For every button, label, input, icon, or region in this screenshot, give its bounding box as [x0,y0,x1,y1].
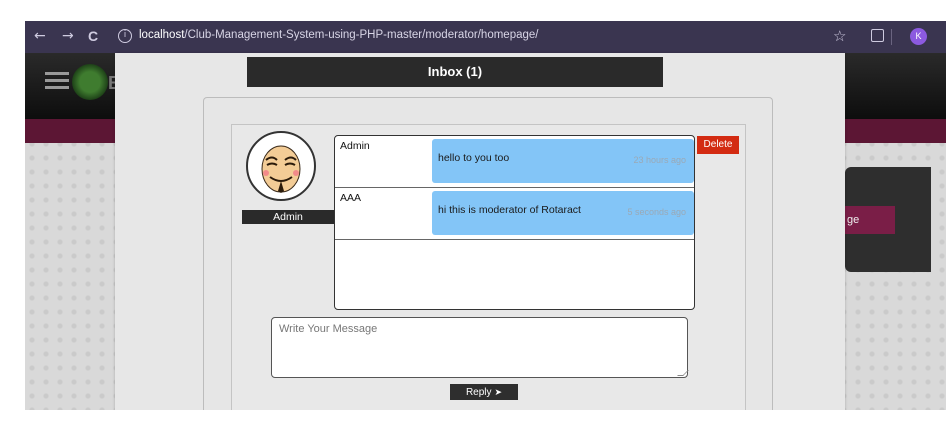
recipient-name: Admin [242,210,334,224]
message-text: hello to you too [438,152,510,164]
message-sender: AAA [340,192,362,204]
url-host: localhost [139,29,185,41]
message-row: Admin hello to you too 23 hours ago [335,136,694,188]
extensions-icon[interactable] [871,29,884,42]
message-time: 5 seconds ago [627,207,686,217]
browser-toolbar: ← → C i localhost/Club-Management-System… [25,21,946,53]
bookmark-star-icon[interactable]: ☆ [833,27,846,45]
message-row: AAA hi this is moderator of Rotaract 5 s… [335,188,694,240]
forward-arrow-icon[interactable]: → [62,28,74,44]
page-bottom-margin [0,410,946,423]
menu-hamburger-icon[interactable] [45,72,69,89]
address-bar[interactable]: localhost/Club-Management-System-using-P… [139,29,538,41]
delete-button[interactable]: Delete [697,136,739,154]
message-bubble: hello to you too 23 hours ago [432,139,694,183]
message-sender: Admin [340,140,370,152]
message-bubble: hi this is moderator of Rotaract 5 secon… [432,191,694,235]
reply-label: Reply [465,387,492,398]
modal-title: Inbox (1) [247,57,663,87]
toolbar-divider [891,29,892,45]
screen: ← → C i localhost/Club-Management-System… [0,0,946,423]
club-logo-icon [72,64,108,100]
profile-avatar[interactable]: K [910,28,927,45]
message-thread[interactable]: Admin hello to you too 23 hours ago AAA … [334,135,695,310]
site-info-icon[interactable]: i [118,29,132,43]
message-text: hi this is moderator of Rotaract [438,204,581,216]
reply-button[interactable]: Reply ➤ [450,384,518,400]
back-arrow-icon[interactable]: ← [34,28,46,44]
background-card-button[interactable]: ge [845,206,895,234]
message-input[interactable] [271,317,688,378]
url-path: /Club-Management-System-using-PHP-master… [184,29,539,41]
reload-icon[interactable]: C [88,28,98,44]
paper-plane-icon: ➤ [494,387,503,397]
anonymous-mask-avatar-icon [246,131,316,201]
message-time: 23 hours ago [633,155,686,165]
